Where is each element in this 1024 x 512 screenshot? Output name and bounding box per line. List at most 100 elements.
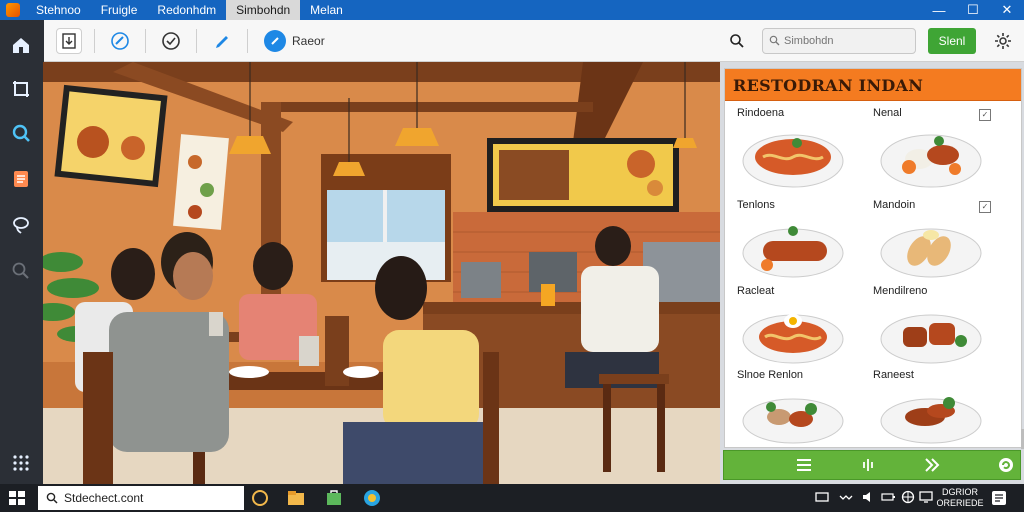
menu-panel-footer	[723, 450, 1021, 480]
dish-image-4[interactable]	[879, 215, 983, 281]
menu-panel-header: RESTODRAN INDAN	[725, 69, 1021, 101]
restaurant-illustration	[43, 62, 720, 484]
brush-icon	[111, 31, 129, 50]
start-button[interactable]: Slenl	[928, 27, 976, 54]
dish-image-7[interactable]	[741, 385, 845, 451]
maximize-button[interactable]: ☐	[956, 0, 990, 20]
import-icon	[62, 32, 76, 49]
dish-label-4: Mandoin	[873, 199, 916, 211]
home-button[interactable]	[8, 32, 34, 58]
search-field-icon	[769, 35, 780, 46]
gear-icon	[995, 32, 1011, 49]
dish-label-1: Rindoena	[737, 107, 785, 119]
toolbar: Raeor Slenl	[0, 19, 1024, 62]
edit-button[interactable]	[107, 28, 133, 54]
zoom-icon	[12, 262, 29, 279]
magnify-icon	[12, 124, 30, 142]
settings-button[interactable]	[992, 30, 1014, 52]
title-bar: Stehnoo Fruigle Redonhdm Simbohdn Melan …	[0, 0, 1024, 20]
taskview-app-icon[interactable]	[250, 488, 270, 508]
menu-item-1[interactable]: Stehnoo	[26, 0, 91, 20]
grid-icon	[13, 455, 29, 471]
notification-icon[interactable]	[990, 489, 1008, 507]
document-icon	[14, 171, 28, 187]
language-icon[interactable]	[900, 489, 916, 505]
taskbar: DGRIOR ORERIEDE	[0, 484, 1024, 512]
battery-icon[interactable]	[880, 489, 896, 505]
speaker-icon[interactable]	[860, 489, 876, 505]
dish-label-5: Racleat	[737, 285, 775, 297]
refresh-icon	[999, 458, 1013, 472]
import-button[interactable]	[56, 27, 82, 54]
menu-item-2[interactable]: Fruigle	[91, 0, 148, 20]
lasso-icon	[13, 217, 29, 234]
search-tool-button[interactable]	[8, 120, 34, 146]
dish-label-7: Slnoe Renlon	[737, 369, 804, 381]
next-button[interactable]	[920, 455, 944, 475]
toolbar-separator	[94, 28, 95, 53]
dish-label-8: Raneest	[873, 369, 914, 381]
image-canvas[interactable]	[43, 62, 720, 484]
menu-panel: RESTODRAN INDAN Rindoena Nenal ✓ Tenlons…	[720, 62, 1024, 484]
menu-item-5[interactable]: Melan	[300, 0, 353, 20]
taskbar-clock[interactable]: DGRIOR ORERIEDE	[936, 487, 984, 509]
dish-image-1[interactable]	[741, 123, 845, 189]
dish-image-6[interactable]	[879, 301, 983, 367]
dish-label-3: Tenlons	[737, 199, 775, 211]
menu-bar: Stehnoo Fruigle Redonhdm Simbohdn Melan	[26, 0, 353, 20]
zoom-button[interactable]	[8, 258, 34, 284]
wifi-icon[interactable]	[838, 489, 854, 505]
split-icon	[863, 459, 873, 471]
pen-icon	[216, 35, 228, 48]
raster-icon	[264, 29, 286, 52]
search-icon	[46, 492, 58, 504]
document-button[interactable]	[8, 166, 34, 192]
menu-panel-body: RESTODRAN INDAN Rindoena Nenal ✓ Tenlons…	[724, 68, 1024, 451]
store-app-icon[interactable]	[324, 488, 344, 508]
refresh-button[interactable]	[996, 455, 1016, 475]
dish-label-2: Nenal	[873, 107, 902, 119]
file-explorer-icon[interactable]	[286, 488, 306, 508]
double-chevron-right-icon	[925, 458, 940, 472]
clock-line-2: ORERIEDE	[936, 498, 984, 508]
raster-label: Raeor	[292, 33, 325, 48]
toolbar-separator	[247, 28, 248, 53]
browser-app-icon[interactable]	[362, 488, 382, 508]
lasso-button[interactable]	[8, 212, 34, 238]
windows-start-icon[interactable]	[8, 490, 26, 506]
dish-image-8[interactable]	[879, 385, 983, 451]
pen-button[interactable]	[209, 28, 235, 54]
adjust-button[interactable]	[158, 28, 184, 54]
toolbar-separator	[196, 28, 197, 53]
app-logo-icon	[6, 3, 20, 17]
raster-button[interactable]: Raeor	[264, 29, 325, 52]
window-controls: — ☐ ✕	[922, 0, 1024, 20]
dish-checkbox-4[interactable]: ✓	[979, 201, 991, 213]
apps-button[interactable]	[8, 450, 34, 476]
taskbar-search[interactable]	[38, 486, 244, 510]
dish-label-6: Mendilreno	[873, 285, 928, 297]
home-icon	[13, 38, 29, 53]
dish-image-5[interactable]	[741, 301, 845, 367]
search-field[interactable]	[762, 27, 916, 54]
dish-image-3[interactable]	[741, 215, 845, 281]
dish-checkbox-2[interactable]: ✓	[979, 109, 991, 121]
divider-button[interactable]	[856, 455, 880, 475]
minimize-button[interactable]: —	[922, 0, 956, 20]
list-icon	[797, 459, 811, 471]
display-icon[interactable]	[918, 489, 934, 505]
dish-image-2[interactable]	[879, 123, 983, 189]
taskbar-search-input[interactable]	[64, 491, 234, 505]
close-button[interactable]: ✕	[990, 0, 1024, 20]
menu-item-4[interactable]: Simbohdn	[226, 0, 301, 20]
toolbar-separator	[145, 28, 146, 53]
search-icon[interactable]	[726, 30, 748, 52]
search-input[interactable]	[784, 34, 904, 47]
crop-icon	[13, 81, 29, 97]
crop-button[interactable]	[8, 76, 34, 102]
menu-panel-title: RESTODRAN INDAN	[733, 76, 924, 95]
network-icon[interactable]	[814, 489, 830, 505]
left-sidebar	[0, 38, 43, 484]
menu-item-3[interactable]: Redonhdm	[147, 0, 226, 20]
list-button[interactable]	[792, 455, 816, 475]
